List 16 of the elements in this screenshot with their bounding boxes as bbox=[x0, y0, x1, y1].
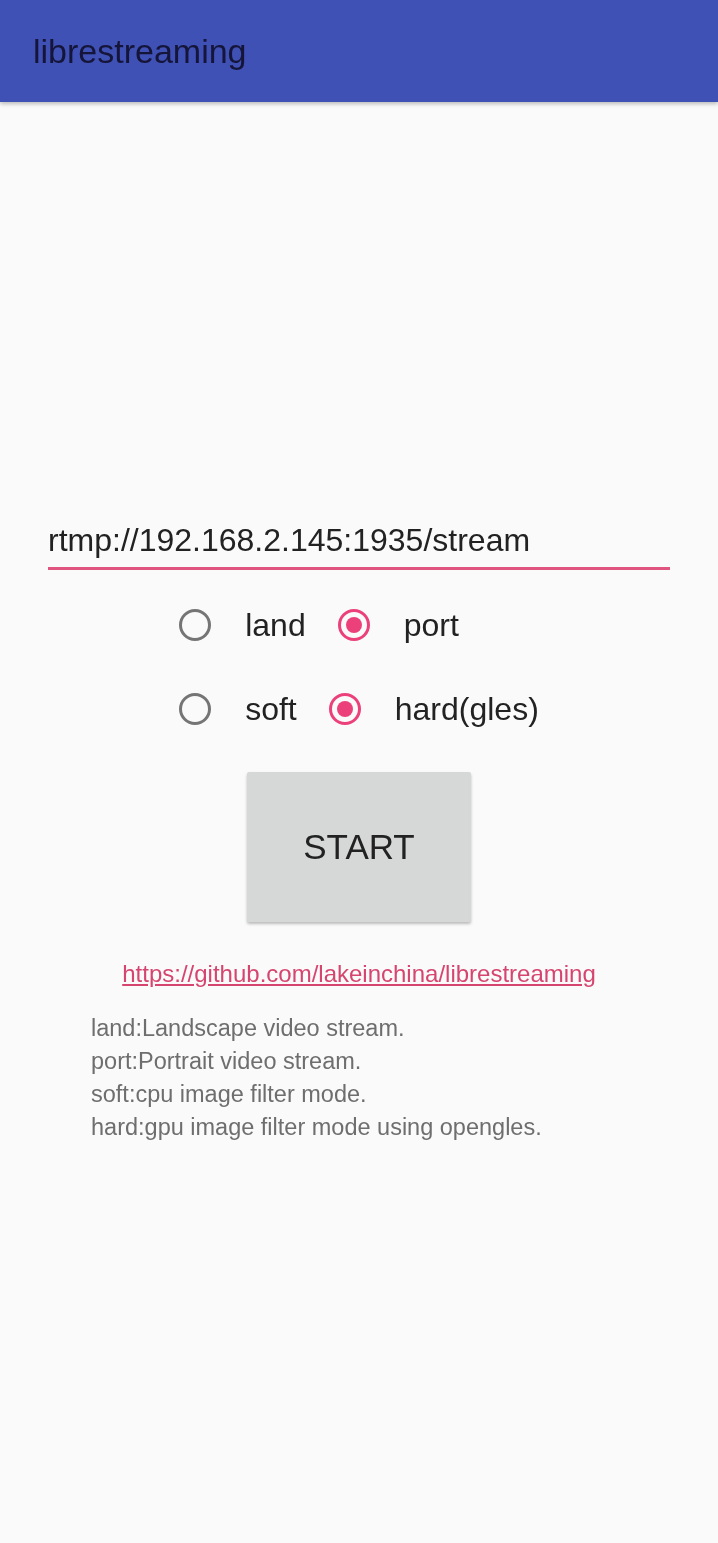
radio-label[interactable]: hard(gles) bbox=[394, 690, 539, 728]
radio-button[interactable] bbox=[179, 693, 212, 725]
description-line: land:Landscape video stream. bbox=[91, 1014, 406, 1043]
description-line: port:Portrait video stream. bbox=[91, 1047, 363, 1076]
radio-label[interactable]: land bbox=[245, 606, 306, 644]
description-line: soft:cpu image filter mode. bbox=[91, 1080, 368, 1109]
radio-button[interactable] bbox=[328, 693, 361, 725]
radio-label[interactable]: port bbox=[403, 606, 459, 644]
url-input-field[interactable]: rtmp://192.168.2.145:1935/stream bbox=[48, 522, 670, 570]
app-title: librestreaming bbox=[33, 31, 247, 71]
github-link[interactable]: https://github.com/lakeinchina/librestreaming bbox=[122, 960, 596, 988]
radio-button[interactable] bbox=[337, 609, 370, 641]
start-button[interactable]: START bbox=[247, 772, 471, 922]
description-line: hard:gpu image filter mode using opengles. bbox=[91, 1113, 542, 1142]
radio-label[interactable]: soft bbox=[245, 690, 297, 728]
radio-button[interactable] bbox=[179, 609, 212, 641]
